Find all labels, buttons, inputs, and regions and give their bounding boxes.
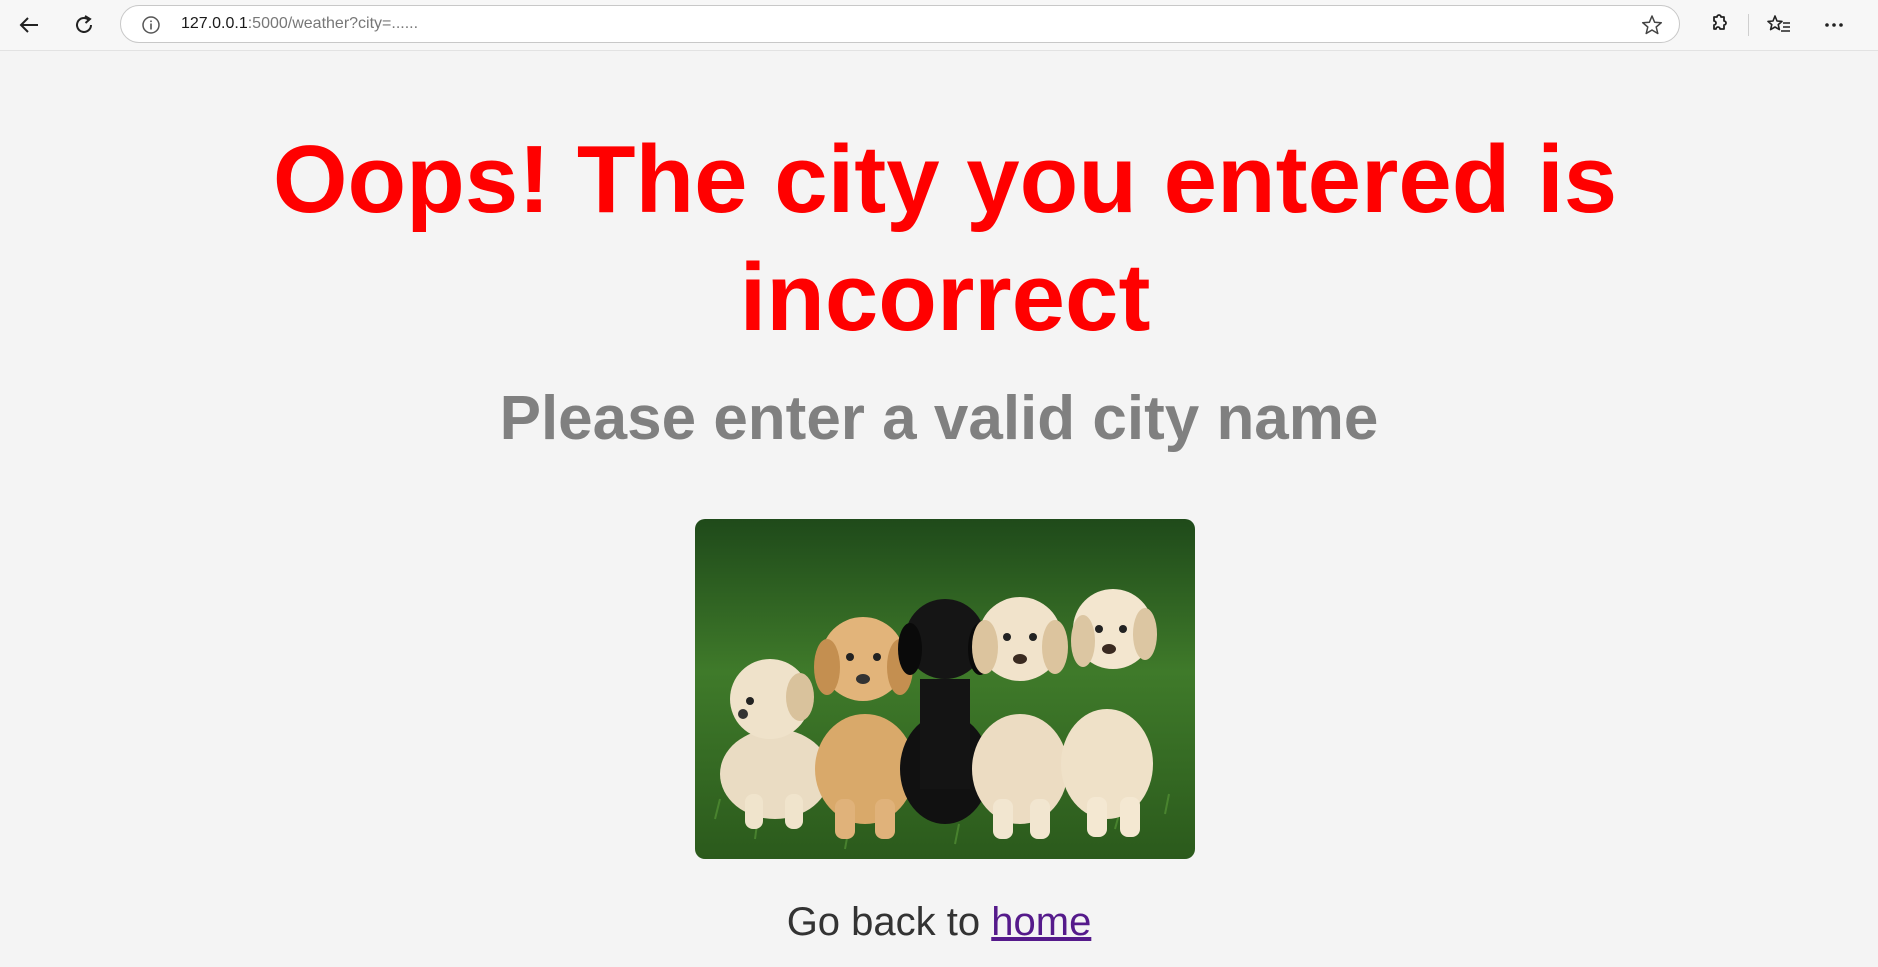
favorites-icon	[1767, 15, 1790, 32]
go-back-text: Go back to home	[0, 897, 1878, 947]
url-path: :5000/weather?city=......	[247, 15, 419, 32]
error-headline: Oops! The city you entered is incorrect	[272, 126, 1618, 351]
puppies-image	[695, 519, 1195, 859]
favorites-button[interactable]	[1763, 9, 1795, 41]
page-content: Oops! The city you entered is incorrect …	[0, 51, 1878, 967]
error-subheadline: Please enter a valid city name	[499, 384, 1379, 453]
address-url[interactable]: 127.0.0.1:5000/weather?city=......	[181, 6, 418, 42]
extensions-icon	[1713, 14, 1727, 30]
refresh-icon	[76, 15, 92, 33]
go-back-prefix: Go back to	[786, 900, 992, 944]
back-button[interactable]	[13, 9, 45, 41]
browser-toolbar: 127.0.0.1:5000/weather?city=......	[0, 0, 1878, 51]
home-link[interactable]: home	[991, 900, 1091, 944]
extensions-button[interactable]	[1702, 9, 1734, 41]
refresh-button[interactable]	[68, 9, 100, 41]
back-arrow-icon	[19, 17, 38, 33]
address-bar[interactable]: 127.0.0.1:5000/weather?city=......	[120, 5, 1680, 43]
more-icon	[1825, 23, 1843, 27]
toolbar-separator	[1748, 14, 1749, 36]
favorite-star-icon[interactable]	[1641, 14, 1663, 36]
url-host: 127.0.0.1	[181, 15, 248, 32]
info-icon[interactable]	[141, 15, 161, 35]
more-button[interactable]	[1818, 9, 1850, 41]
